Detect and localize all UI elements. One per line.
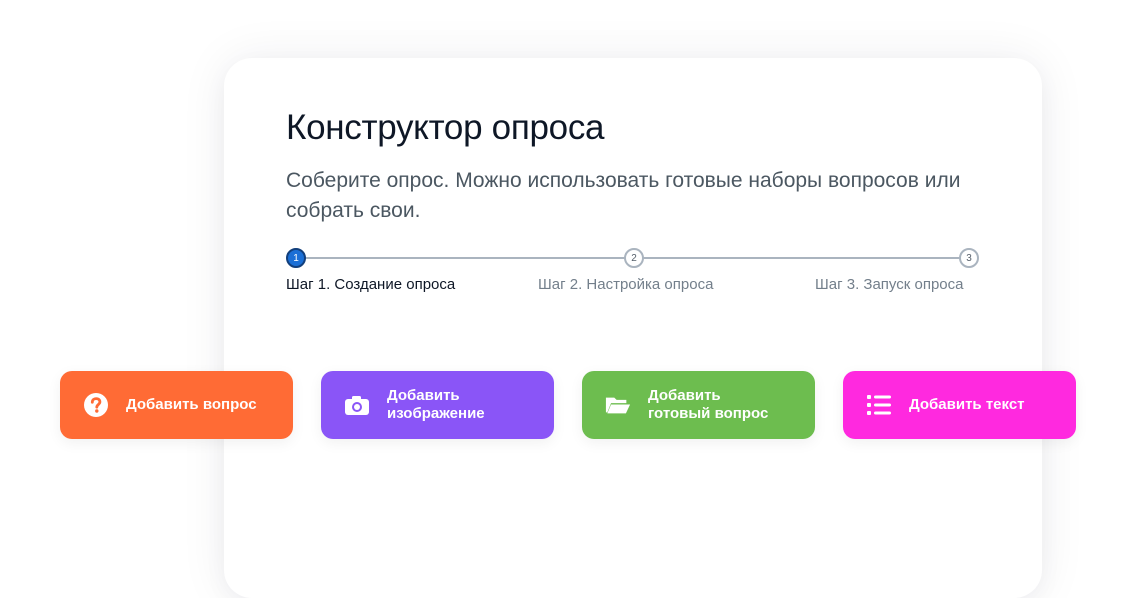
step-2-indicator[interactable]: 2 bbox=[624, 248, 644, 268]
step-2-label[interactable]: Шаг 2. Настройка опроса bbox=[538, 276, 713, 293]
step-1-indicator[interactable]: 1 bbox=[286, 248, 306, 268]
add-image-label: Добавить изображение bbox=[387, 387, 485, 422]
page-title: Конструктор опроса bbox=[286, 108, 605, 147]
add-image-button[interactable]: Добавить изображение bbox=[321, 371, 554, 439]
folder-open-icon bbox=[605, 392, 631, 418]
step-1-label[interactable]: Шаг 1. Создание опроса bbox=[286, 276, 455, 293]
step-3-indicator[interactable]: 3 bbox=[959, 248, 979, 268]
add-text-button[interactable]: Добавить текст bbox=[843, 371, 1076, 439]
question-circle-icon bbox=[83, 392, 109, 418]
add-ready-question-button[interactable]: Добавить готовый вопрос bbox=[582, 371, 815, 439]
step-3-label[interactable]: Шаг 3. Запуск опроса bbox=[815, 276, 963, 293]
progress-stepper: 1 2 3 Шаг 1. Создание опроса Шаг 2. Наст… bbox=[284, 246, 984, 302]
add-text-label: Добавить текст bbox=[909, 396, 1025, 413]
page-subtitle: Соберите опрос. Можно использовать готов… bbox=[286, 169, 961, 222]
add-question-label: Добавить вопрос bbox=[126, 396, 257, 413]
camera-icon bbox=[344, 392, 370, 418]
add-ready-question-label: Добавить готовый вопрос bbox=[648, 387, 769, 422]
add-question-button[interactable]: Добавить вопрос bbox=[60, 371, 293, 439]
list-icon bbox=[866, 392, 892, 418]
